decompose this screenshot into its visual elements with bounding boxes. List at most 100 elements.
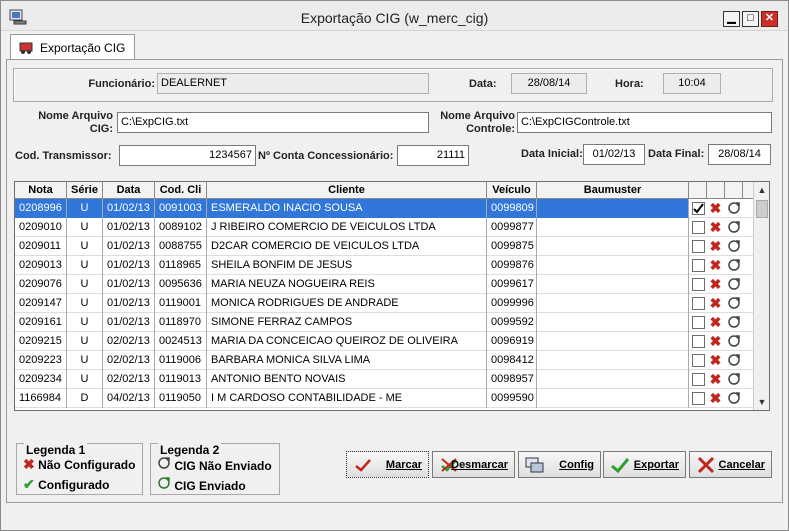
legend-2-item-1: CIG Não Enviado bbox=[157, 456, 272, 473]
cell-veiculo: 0099877 bbox=[487, 218, 537, 237]
row-checkbox[interactable] bbox=[692, 335, 705, 348]
window-title: Exportação CIG (w_merc_cig) bbox=[300, 10, 489, 26]
check-red-icon bbox=[353, 456, 373, 474]
cell-serie: U bbox=[67, 332, 103, 351]
cancelar-button[interactable]: Cancelar bbox=[689, 451, 772, 478]
cell-veiculo: 0096919 bbox=[487, 332, 537, 351]
not-configured-x-icon[interactable]: ✖ bbox=[709, 372, 722, 386]
nome-arquivo-cig-input[interactable]: C:\ExpCIG.txt bbox=[117, 112, 429, 133]
not-configured-x-icon[interactable]: ✖ bbox=[709, 296, 722, 310]
marcar-button[interactable]: Marcar bbox=[346, 451, 429, 478]
data-inicial-input[interactable]: 01/02/13 bbox=[583, 144, 645, 165]
conta-input[interactable]: 21111 bbox=[397, 145, 469, 166]
cig-not-sent-icon[interactable] bbox=[727, 372, 741, 386]
col-serie[interactable]: Série bbox=[67, 182, 103, 199]
cell-nota: 0209223 bbox=[15, 351, 67, 370]
col-cliente[interactable]: Cliente bbox=[207, 182, 487, 199]
cell-cod-cli: 0119006 bbox=[155, 351, 207, 370]
cig-not-sent-icon[interactable] bbox=[727, 296, 741, 310]
not-configured-x-icon[interactable]: ✖ bbox=[709, 220, 722, 234]
col-nota[interactable]: Nota bbox=[15, 182, 67, 199]
cig-not-sent-icon[interactable] bbox=[727, 315, 741, 329]
cell-data: 01/02/13 bbox=[103, 275, 155, 294]
col-cod-cli[interactable]: Cod. Cli bbox=[155, 182, 207, 199]
cell-nota: 0209010 bbox=[15, 218, 67, 237]
not-configured-x-icon[interactable]: ✖ bbox=[709, 277, 722, 291]
cig-not-sent-icon[interactable] bbox=[727, 239, 741, 253]
cig-not-sent-icon[interactable] bbox=[727, 391, 741, 405]
config-button[interactable]: Config bbox=[518, 451, 601, 478]
nome-arquivo-ctrl-label-2: Controle: bbox=[466, 123, 515, 135]
maximize-button[interactable]: □ bbox=[742, 11, 759, 27]
minimize-button[interactable]: ▁ bbox=[723, 11, 740, 27]
table-row[interactable]: 0209010 U 01/02/13 0089102 J RIBEIRO COMERCI… bbox=[15, 218, 753, 237]
not-configured-x-icon[interactable]: ✖ bbox=[709, 239, 722, 253]
row-checkbox[interactable] bbox=[692, 259, 705, 272]
row-checkbox[interactable] bbox=[692, 316, 705, 329]
table-row[interactable]: 0209234 U 02/02/13 0119013 ANTONIO BENTO NOV… bbox=[15, 370, 753, 389]
tab-exportacao-cig[interactable]: Exportação CIG bbox=[10, 34, 135, 60]
cell-serie: U bbox=[67, 294, 103, 313]
close-button[interactable]: ✕ bbox=[761, 11, 778, 27]
cell-cod-cli: 0119050 bbox=[155, 389, 207, 408]
cig-not-sent-icon[interactable] bbox=[727, 220, 741, 234]
cig-not-sent-icon[interactable] bbox=[727, 258, 741, 272]
cell-data: 01/02/13 bbox=[103, 237, 155, 256]
cell-cod-cli: 0024513 bbox=[155, 332, 207, 351]
table-row[interactable]: 0209147 U 01/02/13 0119001 MONICA RODRIGUES … bbox=[15, 294, 753, 313]
cig-not-sent-icon[interactable] bbox=[727, 353, 741, 367]
scroll-down-icon[interactable]: ▼ bbox=[754, 394, 769, 410]
table-row[interactable]: 0209076 U 01/02/13 0095636 MARIA NEUZA NOGUE… bbox=[15, 275, 753, 294]
not-configured-x-icon[interactable]: ✖ bbox=[709, 334, 722, 348]
not-configured-x-icon[interactable]: ✖ bbox=[709, 315, 722, 329]
row-checkbox[interactable] bbox=[692, 297, 705, 310]
exportar-button[interactable]: Exportar bbox=[603, 451, 686, 478]
cell-veiculo: 0099590 bbox=[487, 389, 537, 408]
cell-nota: 0209215 bbox=[15, 332, 67, 351]
cell-serie: U bbox=[67, 199, 103, 218]
cell-cod-cli: 0095636 bbox=[155, 275, 207, 294]
nome-arquivo-ctrl-input[interactable]: C:\ExpCIGControle.txt bbox=[517, 112, 772, 133]
row-checkbox[interactable] bbox=[692, 221, 705, 234]
row-checkbox[interactable] bbox=[692, 278, 705, 291]
cell-cliente: SIMONE FERRAZ CAMPOS bbox=[207, 313, 487, 332]
col-x bbox=[707, 182, 725, 199]
row-checkbox[interactable] bbox=[692, 240, 705, 253]
table-row[interactable]: 0208996 U 01/02/13 0091003 ESMERALDO INACIO … bbox=[15, 199, 753, 218]
data-final-input[interactable]: 28/08/14 bbox=[708, 144, 771, 165]
table-row[interactable]: 0209013 U 01/02/13 0118965 SHEILA BONFIM DE … bbox=[15, 256, 753, 275]
row-checkbox[interactable] bbox=[692, 202, 705, 215]
cig-not-sent-icon[interactable] bbox=[727, 201, 741, 215]
desmarcar-button[interactable]: Desmarcar bbox=[432, 451, 515, 478]
not-configured-x-icon[interactable]: ✖ bbox=[709, 391, 722, 405]
cod-transmissor-input[interactable]: 1234567 bbox=[119, 145, 256, 166]
table-row[interactable]: 0209223 U 02/02/13 0119006 BARBARA MONICA SI… bbox=[15, 351, 753, 370]
cell-baumuster bbox=[537, 275, 689, 294]
cig-not-sent-icon[interactable] bbox=[727, 277, 741, 291]
row-checkbox[interactable] bbox=[692, 373, 705, 386]
cell-baumuster bbox=[537, 351, 689, 370]
not-configured-x-icon[interactable]: ✖ bbox=[709, 353, 722, 367]
row-checkbox[interactable] bbox=[692, 354, 705, 367]
col-baumuster[interactable]: Baumuster bbox=[537, 182, 689, 199]
not-configured-x-icon[interactable]: ✖ bbox=[709, 201, 722, 215]
col-veiculo[interactable]: Veículo bbox=[487, 182, 537, 199]
cell-veiculo: 0098412 bbox=[487, 351, 537, 370]
cig-not-sent-icon[interactable] bbox=[727, 334, 741, 348]
table-row[interactable]: 0209161 U 01/02/13 0118970 SIMONE FERRAZ CAM… bbox=[15, 313, 753, 332]
table-row[interactable]: 0209011 U 01/02/13 0088755 D2CAR COMERCIO DE… bbox=[15, 237, 753, 256]
scroll-up-icon[interactable]: ▲ bbox=[754, 182, 769, 198]
row-checkbox[interactable] bbox=[692, 392, 705, 405]
check-icon: ✔ bbox=[23, 476, 35, 492]
scroll-thumb[interactable] bbox=[756, 200, 768, 218]
cell-nota: 1166984 bbox=[15, 389, 67, 408]
grid-header: Nota Série Data Cod. Cli Cliente Veículo… bbox=[15, 182, 753, 199]
grid-vscrollbar[interactable]: ▲ ▼ bbox=[753, 182, 769, 410]
legend-2-title: Legenda 2 bbox=[158, 443, 222, 457]
cell-baumuster bbox=[537, 237, 689, 256]
not-configured-x-icon[interactable]: ✖ bbox=[709, 258, 722, 272]
col-data[interactable]: Data bbox=[103, 182, 155, 199]
cell-cod-cli: 0089102 bbox=[155, 218, 207, 237]
table-row[interactable]: 1166984 D 04/02/13 0119050 I M CARDOSO CONTA… bbox=[15, 389, 753, 408]
table-row[interactable]: 0209215 U 02/02/13 0024513 MARIA DA CONCEICA… bbox=[15, 332, 753, 351]
